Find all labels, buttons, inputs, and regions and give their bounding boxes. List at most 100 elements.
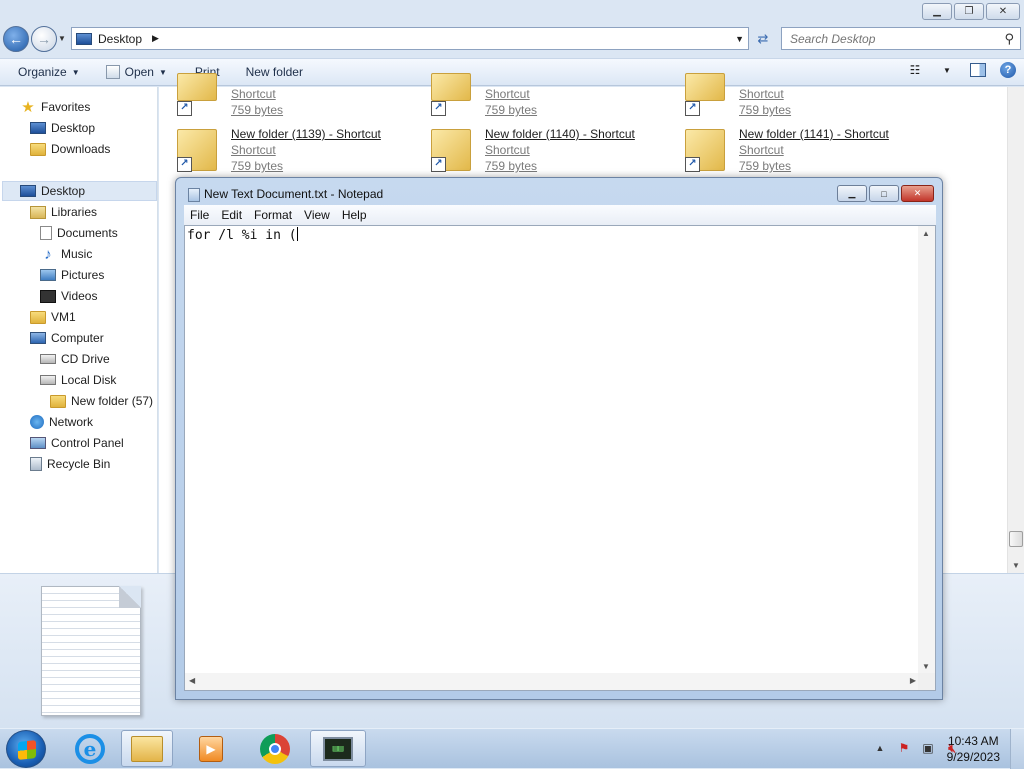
notepad-vertical-scrollbar[interactable]: ▲ ▼ — [918, 226, 935, 674]
nav-local-disk[interactable]: Local Disk — [40, 370, 116, 390]
notepad-maximize-button[interactable]: □ — [869, 185, 899, 202]
internet-explorer-icon: e — [75, 733, 105, 764]
nav-libraries[interactable]: Libraries — [30, 202, 97, 222]
show-desktop-button[interactable] — [1010, 729, 1024, 769]
scroll-down-icon[interactable]: ▼ — [922, 662, 930, 671]
windows-logo-icon — [18, 740, 36, 760]
forward-button[interactable]: → — [31, 26, 57, 52]
search-input[interactable] — [790, 31, 990, 46]
scrollbar-thumb[interactable] — [1009, 531, 1023, 547]
folder-icon — [50, 394, 66, 408]
nav-label: CD Drive — [61, 352, 110, 366]
nav-network[interactable]: Network — [30, 412, 93, 432]
notepad-minimize-button[interactable]: ▁ — [837, 185, 867, 202]
address-dropdown-icon[interactable]: ▼ — [735, 34, 744, 44]
nav-vm1[interactable]: VM1 — [30, 307, 76, 327]
notepad-horizontal-scrollbar[interactable]: ◀ ▶ — [185, 673, 920, 690]
restore-button[interactable]: ❐ — [954, 3, 984, 20]
minimize-button[interactable]: ▁ — [922, 3, 952, 20]
menu-help[interactable]: Help — [336, 208, 373, 222]
command-bar: Organize ▼ Open ▼ Print New folder ☷ ▼ ? — [0, 58, 1024, 86]
clock[interactable]: 10:43 AM 9/29/2023 — [947, 733, 1000, 765]
start-button[interactable] — [6, 730, 46, 768]
library-icon — [30, 205, 46, 219]
new-folder-button[interactable]: New folder — [238, 60, 311, 84]
nav-computer[interactable]: Computer — [30, 328, 104, 348]
nav-music[interactable]: ♪ Music — [40, 244, 92, 264]
file-item[interactable]: ↗ New folder (1139) - Shortcut Shortcut … — [159, 127, 409, 179]
breadcrumb-desktop[interactable]: Desktop — [98, 32, 142, 46]
nav-new-folder-57[interactable]: New folder (57) — [50, 391, 153, 411]
nav-pictures[interactable]: Pictures — [40, 265, 104, 285]
nav-recycle-bin[interactable]: Recycle Bin — [30, 454, 110, 474]
search-box[interactable]: ⚲ — [781, 27, 1021, 50]
resize-grip[interactable] — [918, 673, 935, 690]
menu-view[interactable]: View — [298, 208, 336, 222]
address-bar[interactable]: Desktop ▶ ▼ — [71, 27, 749, 50]
text-caret — [296, 227, 298, 241]
file-type: Shortcut — [231, 87, 276, 101]
nav-videos[interactable]: Videos — [40, 286, 97, 306]
notepad-content[interactable]: for /l %i in ( — [187, 227, 298, 243]
help-icon[interactable]: ? — [1000, 62, 1016, 78]
nav-downloads[interactable]: Downloads — [30, 139, 110, 159]
file-type: Shortcut — [231, 143, 276, 157]
menu-format[interactable]: Format — [248, 208, 298, 222]
action-center-flag-icon[interactable]: ⚑ — [896, 740, 912, 756]
nav-desktop[interactable]: Desktop — [2, 181, 157, 201]
file-size: 759 bytes — [485, 103, 538, 117]
taskbar-media-player[interactable]: ▶ — [185, 730, 237, 767]
document-icon — [40, 226, 52, 240]
back-arrow-icon: ← — [9, 31, 23, 47]
more-views-chevron-icon[interactable]: ▼ — [938, 62, 956, 78]
preview-pane-icon[interactable] — [970, 63, 986, 77]
scroll-left-icon[interactable]: ◀ — [189, 676, 195, 685]
change-view-icon[interactable]: ☷ — [906, 62, 924, 78]
back-button[interactable]: ← — [3, 26, 29, 52]
file-list-scrollbar[interactable]: ▼ — [1007, 87, 1024, 573]
scroll-right-icon[interactable]: ▶ — [910, 676, 916, 685]
disk-icon — [40, 375, 56, 385]
organize-button[interactable]: Organize ▼ — [10, 60, 88, 84]
desktop-icon — [30, 122, 46, 134]
file-item[interactable]: ↗ New folder (1141) - Shortcut Shortcut … — [667, 127, 917, 179]
scroll-down-icon[interactable]: ▼ — [1012, 561, 1020, 570]
desktop-icon — [76, 32, 92, 45]
notepad-text: for /l %i in ( — [187, 228, 297, 243]
notepad-close-button[interactable]: ✕ — [901, 185, 934, 202]
taskbar-chrome[interactable] — [249, 730, 301, 767]
open-button[interactable]: Open ▼ — [98, 60, 175, 84]
recycle-bin-icon — [30, 457, 42, 471]
refresh-button[interactable]: ⇄ — [752, 29, 774, 49]
file-name: New folder (1140) - Shortcut — [485, 127, 635, 141]
notepad-window: New Text Document.txt - Notepad ▁ □ ✕ Fi… — [175, 177, 943, 700]
nav-favorites[interactable]: ★ Favorites — [20, 97, 90, 117]
taskbar-file-explorer[interactable] — [121, 730, 173, 767]
notepad-text-area[interactable]: for /l %i in ( ▲ ▼ ◀ ▶ — [184, 225, 936, 691]
folder-icon — [431, 73, 471, 101]
desktop-icon — [20, 185, 36, 197]
show-hidden-icons-icon[interactable]: ▲ — [872, 740, 888, 756]
star-icon: ★ — [21, 99, 35, 116]
user-folder-icon — [30, 310, 46, 324]
search-icon[interactable]: ⚲ — [1004, 31, 1014, 47]
file-item[interactable]: ↗ New folder (1140) - Shortcut Shortcut … — [413, 127, 663, 179]
menu-edit[interactable]: Edit — [215, 208, 248, 222]
menu-file[interactable]: File — [184, 208, 215, 222]
breadcrumb-chevron-icon[interactable]: ▶ — [152, 33, 159, 44]
file-type: Shortcut — [739, 87, 784, 101]
music-icon: ♪ — [44, 245, 52, 263]
nav-label: Videos — [61, 289, 98, 303]
nav-favorites-desktop[interactable]: Desktop — [30, 118, 95, 138]
nav-control-panel[interactable]: Control Panel — [30, 433, 124, 453]
nav-cd-drive[interactable]: CD Drive — [40, 349, 110, 369]
taskbar-notepad-terminal[interactable]: ▤▤ — [310, 730, 366, 767]
nav-label: Control Panel — [51, 436, 124, 450]
notepad-menu-bar: File Edit Format View Help — [184, 205, 936, 225]
recent-pages-dropdown[interactable]: ▼ — [58, 34, 66, 43]
taskbar-internet-explorer[interactable]: e — [64, 730, 116, 767]
close-button[interactable]: ✕ — [986, 3, 1020, 20]
scroll-up-icon[interactable]: ▲ — [922, 229, 930, 238]
network-status-icon[interactable]: ▣ — [920, 740, 936, 756]
nav-documents[interactable]: Documents — [40, 223, 118, 243]
